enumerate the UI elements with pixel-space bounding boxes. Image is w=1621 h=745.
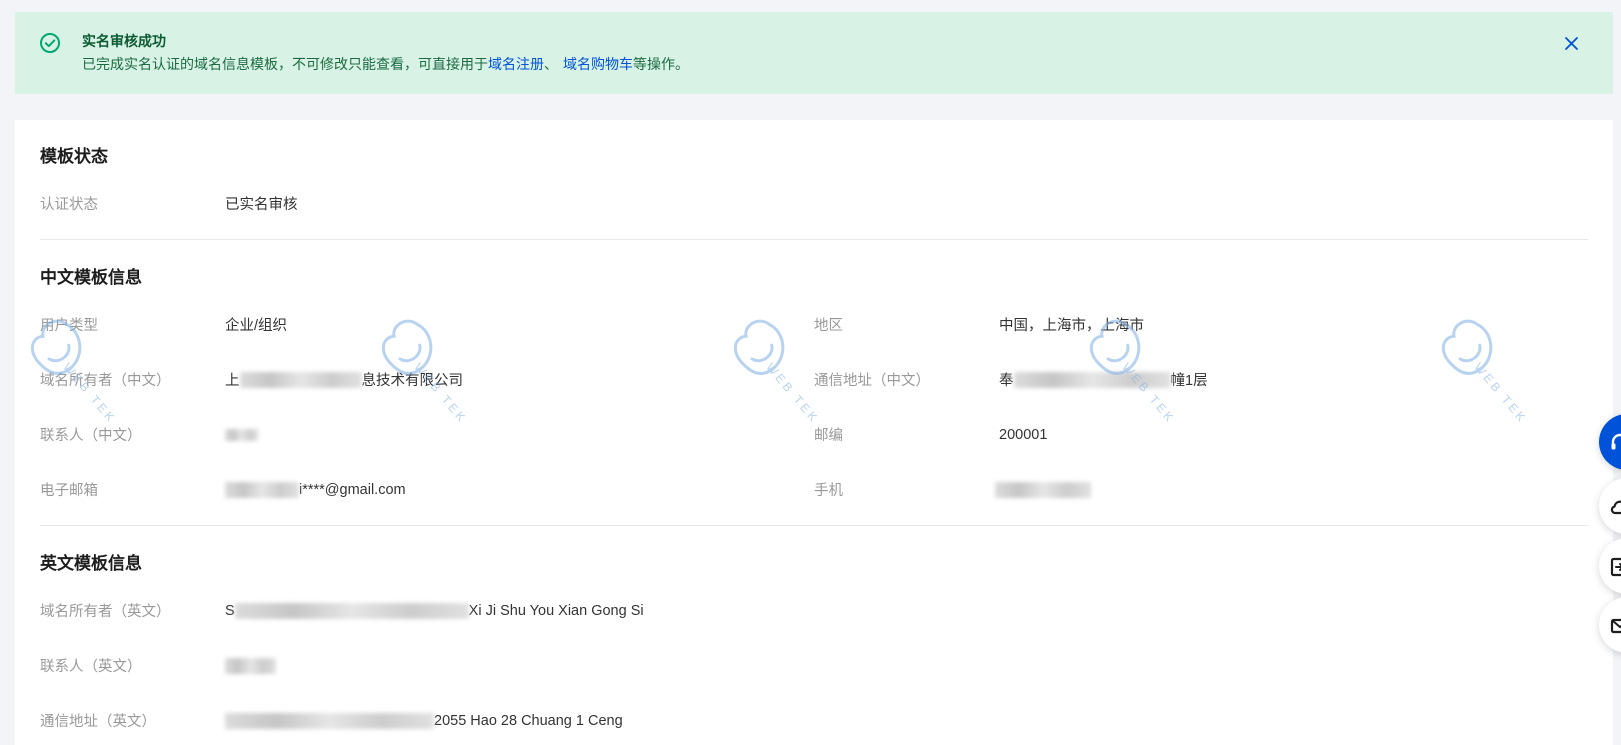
close-icon[interactable] <box>1564 36 1579 51</box>
alert-title: 实名审核成功 <box>82 33 166 49</box>
document-button[interactable] <box>1599 538 1621 594</box>
owner-cn-field: 域名所有者（中文） 上 息技术有限公司 <box>40 369 814 390</box>
value-end: 息技术有限公司 <box>361 373 464 389</box>
section-title-chinese-template: 中文模板信息 <box>40 268 142 287</box>
value-end: 2055 Hao 28 Chuang 1 Ceng <box>434 712 623 729</box>
field-label: 认证状态 <box>40 197 98 213</box>
success-alert: 实名审核成功 已完成实名认证的域名信息模板，不可修改只能查看，可直接用于域名注册… <box>15 12 1613 94</box>
redacted-blur <box>225 657 276 674</box>
field-label: 通信地址（英文） <box>40 714 156 730</box>
owner-en-field: 域名所有者（英文） S Xi Ji Shu You Xian Gong Si <box>40 600 1588 621</box>
info-row: 域名所有者（中文） 上 息技术有限公司 通信地址（中文） 奉 幢1层 <box>40 352 1588 407</box>
check-circle-icon <box>39 32 61 54</box>
template-info-card: 模板状态 认证状态 已实名审核 中文模板信息 用户类型 企业/组织 地区 中国，… <box>15 120 1613 745</box>
redacted-blur <box>234 602 469 619</box>
address-en-field: 通信地址（英文） 2055 Hao 28 Chuang 1 Ceng <box>40 710 1588 731</box>
page: 实名审核成功 已完成实名认证的域名信息模板，不可修改只能查看，可直接用于域名注册… <box>0 0 1621 745</box>
value-start: 上 <box>225 373 240 389</box>
floating-toolbar <box>1590 400 1621 662</box>
value-end: Xi Ji Shu You Xian Gong Si <box>468 602 644 619</box>
field-label: 用户类型 <box>40 318 98 334</box>
support-button[interactable] <box>1599 414 1621 470</box>
field-value: 企业/组织 <box>225 318 288 334</box>
info-row: 联系人（英文） <box>40 638 1588 693</box>
contact-cn-field: 联系人（中文） <box>40 424 814 445</box>
field-label: 域名所有者（英文） <box>40 604 171 620</box>
mail-button[interactable] <box>1599 597 1621 653</box>
alert-body: 实名审核成功 已完成实名认证的域名信息模板，不可修改只能查看，可直接用于域名注册… <box>82 31 689 74</box>
auth-status-field: 认证状态 已实名审核 <box>40 193 827 214</box>
document-icon <box>1610 557 1621 577</box>
contact-en-field: 联系人（英文） <box>40 655 827 676</box>
field-label: 通信地址（中文） <box>814 373 930 389</box>
address-cn-field: 通信地址（中文） 奉 幢1层 <box>814 369 1588 390</box>
section-title-english-template: 英文模板信息 <box>40 554 142 573</box>
redacted-blur <box>225 712 434 729</box>
info-row: 域名所有者（英文） S Xi Ji Shu You Xian Gong Si <box>40 583 1588 638</box>
redacted-blur <box>225 481 299 498</box>
field-label: 联系人（英文） <box>40 659 142 675</box>
field-label: 手机 <box>814 483 843 499</box>
redacted-blur <box>239 371 362 388</box>
field-value <box>995 481 1091 498</box>
domain-cart-link[interactable]: 域名购物车 <box>563 56 633 72</box>
cloud-button[interactable] <box>1599 478 1621 534</box>
section-divider <box>40 525 1588 526</box>
cloud-icon <box>1610 500 1621 515</box>
field-value: 已实名审核 <box>225 197 298 213</box>
field-value: 奉 幢1层 <box>999 369 1208 390</box>
section-title-template-status: 模板状态 <box>40 147 108 166</box>
info-row: 认证状态 已实名审核 <box>40 176 1588 231</box>
section-divider <box>40 239 1588 240</box>
field-label: 域名所有者（中文） <box>40 373 171 389</box>
field-value: 中国，上海市，上海市 <box>999 318 1144 334</box>
region-field: 地区 中国，上海市，上海市 <box>814 314 1588 335</box>
info-row: 电子邮箱 i****@gmail.com 手机 <box>40 462 1588 517</box>
info-row: 联系人（中文） 邮编 200001 <box>40 407 1588 462</box>
field-value <box>225 657 276 674</box>
redacted-blur <box>225 428 258 441</box>
alert-message-end: 等操作。 <box>633 56 689 72</box>
mail-icon <box>1610 618 1621 634</box>
info-row: 用户类型 企业/组织 地区 中国，上海市，上海市 <box>40 297 1588 352</box>
field-value: 200001 <box>999 426 1048 443</box>
value-start: S <box>225 602 235 619</box>
user-type-field: 用户类型 企业/组织 <box>40 314 814 335</box>
postcode-field: 邮编 200001 <box>814 424 1588 445</box>
redacted-blur <box>1013 371 1171 388</box>
domain-register-link[interactable]: 域名注册 <box>488 56 544 72</box>
email-field: 电子邮箱 i****@gmail.com <box>40 479 814 500</box>
phone-field: 手机 <box>814 479 1588 500</box>
field-label: 邮编 <box>814 428 843 444</box>
field-label: 电子邮箱 <box>40 483 98 499</box>
alert-message: 已完成实名认证的域名信息模板，不可修改只能查看，可直接用于域名注册、 域名购物车等… <box>82 54 689 74</box>
value-end: 幢1层 <box>1170 373 1208 389</box>
headset-icon <box>1611 433 1621 450</box>
field-label: 联系人（中文） <box>40 428 142 444</box>
field-value <box>225 428 258 441</box>
alert-message-text: 已完成实名认证的域名信息模板，不可修改只能查看，可直接用于 <box>82 56 488 72</box>
field-value: 2055 Hao 28 Chuang 1 Ceng <box>225 712 623 729</box>
field-value: S Xi Ji Shu You Xian Gong Si <box>225 602 644 619</box>
value-start: 奉 <box>999 373 1014 389</box>
alert-separator: 、 <box>544 56 558 72</box>
field-label: 地区 <box>814 318 843 334</box>
value-end: i****@gmail.com <box>299 481 406 498</box>
field-value: 上 息技术有限公司 <box>225 369 463 390</box>
redacted-blur <box>995 481 1091 498</box>
info-row: 通信地址（英文） 2055 Hao 28 Chuang 1 Ceng <box>40 693 1588 745</box>
field-value: i****@gmail.com <box>225 481 406 498</box>
